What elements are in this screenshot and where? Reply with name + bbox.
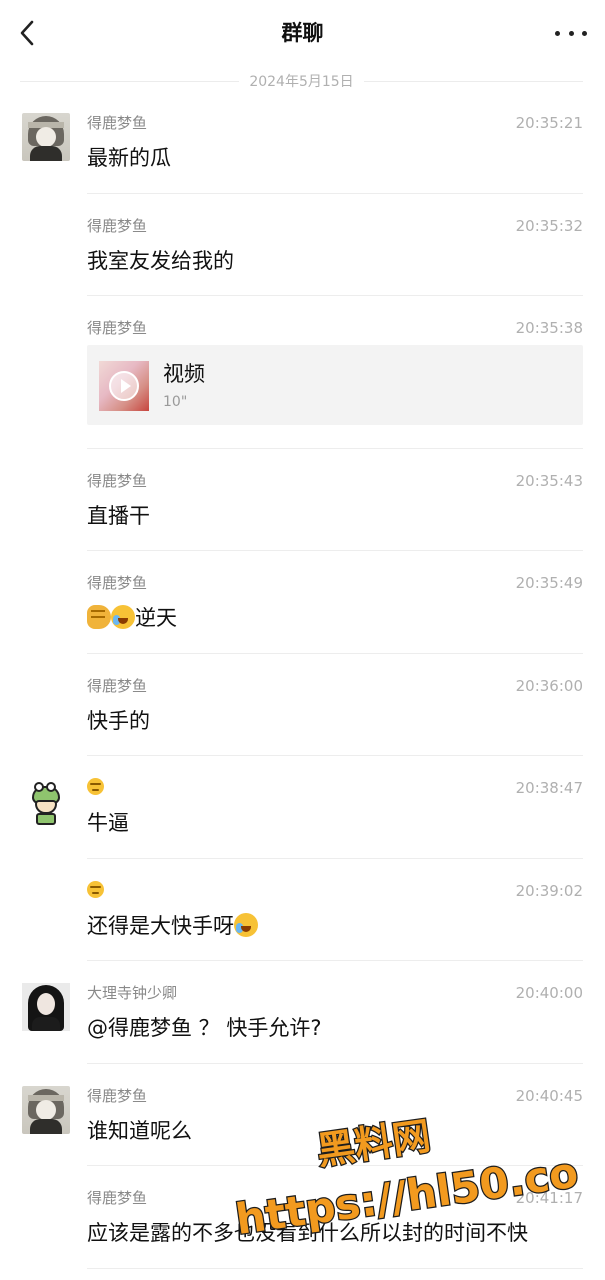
sender-name	[87, 778, 104, 798]
divider	[87, 448, 583, 449]
avatar[interactable]	[22, 778, 70, 826]
sender-name: 得鹿梦鱼	[87, 1189, 148, 1207]
sender-name: 得鹿梦鱼	[87, 217, 148, 235]
page-title: 群聊	[281, 21, 324, 45]
message-time: 20:40:00	[515, 984, 583, 1002]
date-separator: 2024年5月15日	[20, 68, 584, 94]
message-text: 还得是大快手呀	[87, 914, 234, 938]
divider	[87, 1165, 583, 1166]
more-button[interactable]	[555, 20, 587, 46]
sender-name: 得鹿梦鱼	[87, 114, 148, 132]
message-content: 还得是大快手呀	[87, 911, 258, 941]
message-text: 最新的瓜	[87, 146, 171, 170]
avatar[interactable]	[22, 113, 70, 161]
sender-name	[87, 881, 104, 901]
message-text: 逆天	[135, 606, 177, 630]
divider	[87, 550, 583, 551]
sender-name: 大理寺钟少卿	[87, 984, 178, 1002]
message-text: 应该是露的不多也没看到什么所以封的时间不快	[87, 1221, 528, 1245]
top-bar: 群聊	[0, 0, 605, 66]
message-time: 20:40:45	[515, 1087, 583, 1105]
sender-name: 得鹿梦鱼	[87, 319, 148, 337]
message-text: 牛逼	[87, 811, 129, 835]
divider	[87, 295, 583, 296]
crying-laughing-emoji	[111, 605, 135, 629]
divider	[87, 960, 583, 961]
message-text: 谁知道呢么	[87, 1119, 192, 1143]
more-dots-icon	[555, 30, 560, 36]
message-content: 逆天	[87, 603, 177, 633]
expressionless-emoji	[87, 881, 104, 898]
sender-name: 得鹿梦鱼	[87, 574, 148, 592]
date-label: 2024年5月15日	[249, 74, 354, 90]
message-text: 快手的	[87, 709, 150, 733]
sender-name: 得鹿梦鱼	[87, 472, 148, 490]
divider	[87, 1268, 583, 1269]
message-time: 20:35:21	[515, 114, 583, 132]
message-time: 20:35:38	[515, 319, 583, 337]
message-time: 20:35:43	[515, 472, 583, 490]
message-time: 20:38:47	[515, 779, 583, 797]
message-text: 直播干	[87, 504, 150, 528]
video-label: 视频	[163, 362, 205, 386]
expressionless-emoji	[87, 778, 104, 795]
message-text: 我室友发给我的	[87, 249, 234, 273]
crying-laughing-emoji	[234, 913, 258, 937]
video-card[interactable]: 视频 10"	[87, 345, 583, 425]
divider	[87, 193, 583, 194]
sender-name: 得鹿梦鱼	[87, 677, 148, 695]
play-icon[interactable]	[109, 371, 139, 401]
divider	[87, 1063, 583, 1064]
sender-name: 得鹿梦鱼	[87, 1087, 148, 1105]
video-thumbnail[interactable]	[99, 361, 149, 411]
message-time: 20:36:00	[515, 677, 583, 695]
divider	[87, 858, 583, 859]
avatar[interactable]	[22, 983, 70, 1031]
message-time: 20:35:49	[515, 574, 583, 592]
message-time: 20:41:17	[515, 1189, 583, 1207]
divider	[87, 755, 583, 756]
divider	[87, 653, 583, 654]
message-time: 20:39:02	[515, 882, 583, 900]
message-text: @得鹿梦鱼 ？ 快手允许?	[87, 1016, 322, 1040]
video-duration: 10"	[163, 394, 188, 410]
message-time: 20:35:32	[515, 217, 583, 235]
fist-emoji	[87, 605, 111, 629]
avatar[interactable]	[22, 1086, 70, 1134]
